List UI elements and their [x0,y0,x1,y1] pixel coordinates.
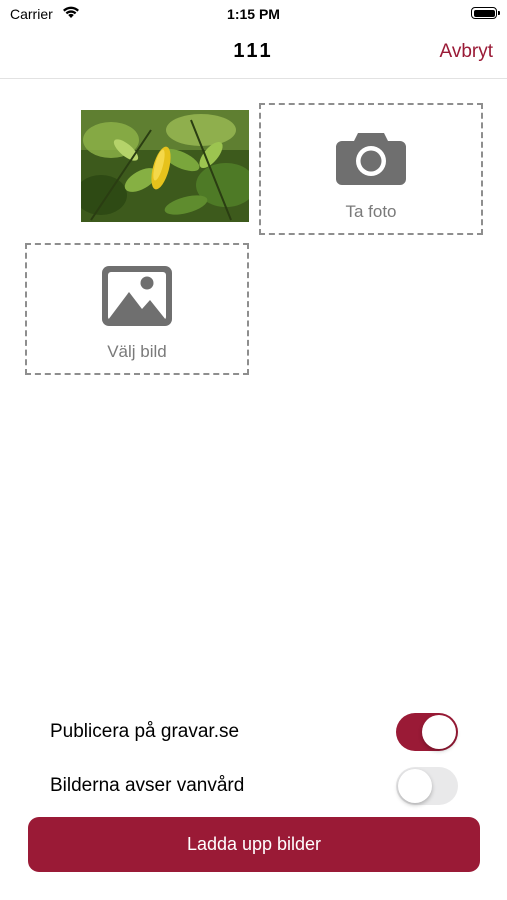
page-title: 111 [233,40,274,62]
toggle-knob [398,769,432,803]
leaf-photo-image [81,110,249,222]
cancel-button[interactable]: Avbryt [439,41,493,63]
status-time: 1:15 PM [227,6,280,22]
neglect-toggle[interactable] [396,767,458,805]
take-photo-label: Ta foto [345,202,397,221]
publish-option-label: Publicera på gravar.se [50,721,240,742]
status-bar: Carrier 1:15 PM [0,0,507,28]
selected-photo-thumbnail[interactable] [81,110,249,222]
upload-images-button[interactable]: Ladda upp bilder [28,817,480,872]
image-icon [102,266,172,331]
choose-image-label: Välj bild [107,342,167,361]
choose-image-button[interactable]: Välj bild [25,243,249,375]
toggle-knob [422,715,456,749]
neglect-option-label: Bilderna avser vanvård [50,775,245,796]
navigation-bar: 111 Avbryt [0,28,507,79]
publish-toggle[interactable] [396,713,458,751]
battery-icon [471,7,500,19]
take-photo-button[interactable]: Ta foto [259,103,483,235]
camera-icon [336,129,406,190]
